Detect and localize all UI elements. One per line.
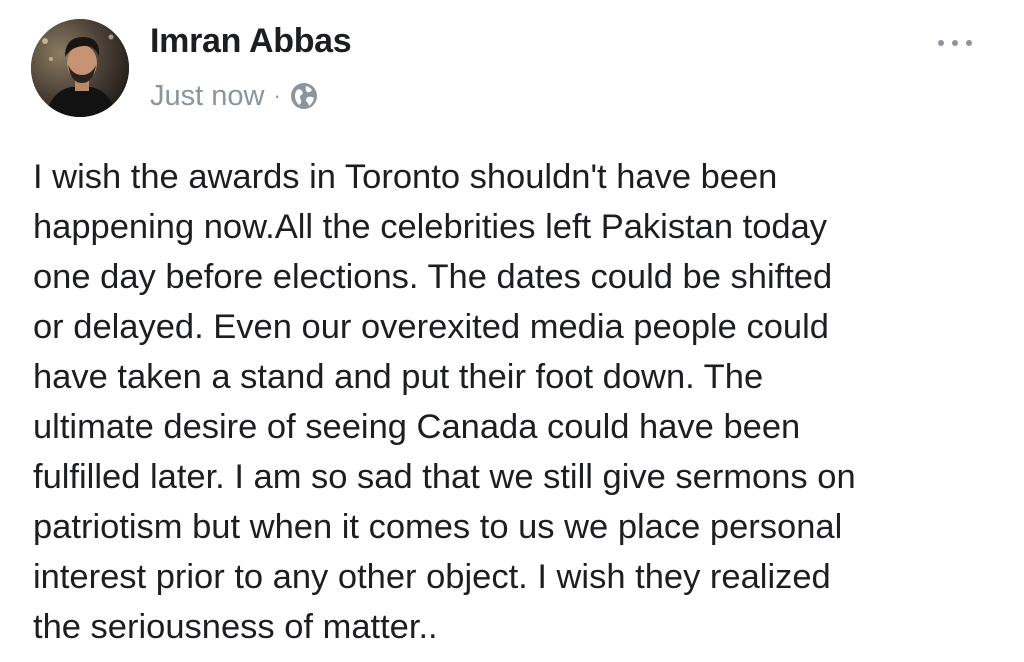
avatar-image (31, 19, 129, 117)
facebook-post: Imran Abbas Just now · I wish the awards… (0, 0, 1024, 662)
author-name[interactable]: Imran Abbas (150, 22, 352, 61)
timestamp[interactable]: Just now (150, 80, 264, 113)
more-options-icon (938, 40, 972, 46)
globe-icon[interactable] (289, 81, 319, 111)
post-text: I wish the awards in Toronto shouldn't h… (33, 158, 856, 646)
meta-separator: · (273, 83, 281, 108)
avatar[interactable] (31, 19, 129, 117)
post-meta: Just now · (150, 76, 319, 116)
more-options-button[interactable] (930, 28, 980, 58)
